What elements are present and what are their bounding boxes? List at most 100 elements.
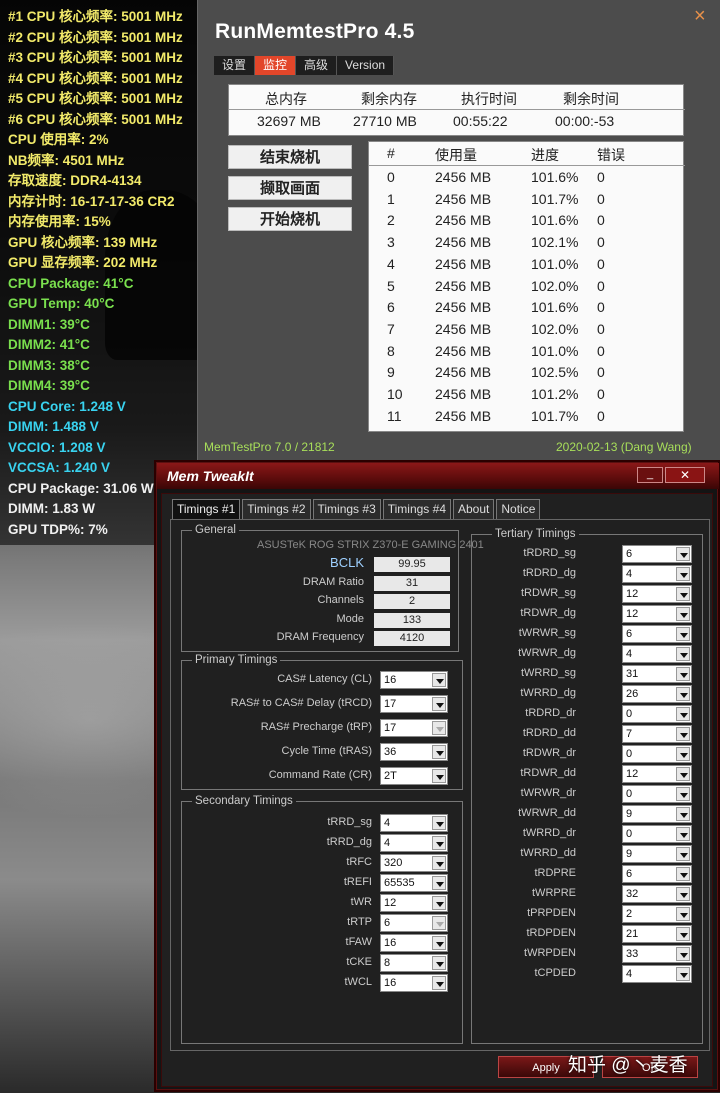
timing-select[interactable]: 0 — [622, 705, 692, 723]
chevron-down-icon[interactable] — [676, 927, 690, 941]
tab-about[interactable]: About — [453, 499, 495, 519]
minimize-button[interactable]: _ — [637, 467, 663, 483]
timing-select[interactable]: 9 — [622, 805, 692, 823]
chevron-down-icon[interactable] — [676, 547, 690, 561]
chevron-down-icon[interactable] — [676, 607, 690, 621]
timing-select[interactable]: 7 — [622, 725, 692, 743]
title-bar[interactable]: Mem TweakIt _ ✕ — [157, 463, 719, 489]
tab-timings-2[interactable]: Timings #2 — [242, 499, 311, 519]
chevron-down-icon[interactable] — [676, 867, 690, 881]
timing-select[interactable]: 12 — [622, 585, 692, 603]
tab-timings-3[interactable]: Timings #3 — [312, 499, 381, 519]
chevron-down-icon[interactable] — [432, 673, 446, 687]
timing-select[interactable]: 4 — [622, 565, 692, 583]
chevron-down-icon[interactable] — [432, 836, 446, 850]
timing-select[interactable]: 0 — [622, 745, 692, 763]
timing-select[interactable]: 36 — [380, 743, 448, 761]
timing-select[interactable]: 21 — [622, 925, 692, 943]
chevron-down-icon[interactable] — [676, 667, 690, 681]
chevron-down-icon[interactable] — [676, 847, 690, 861]
timing-select[interactable]: 26 — [622, 685, 692, 703]
chevron-down-icon[interactable] — [676, 827, 690, 841]
chevron-down-icon[interactable] — [676, 587, 690, 601]
close-button[interactable]: ✕ — [665, 467, 705, 483]
chevron-down-icon[interactable] — [432, 976, 446, 990]
chevron-down-icon[interactable] — [432, 816, 446, 830]
chevron-down-icon[interactable] — [676, 967, 690, 981]
timing-select[interactable]: 2 — [622, 905, 692, 923]
tab-4[interactable]: Version — [337, 56, 395, 75]
chevron-down-icon[interactable] — [676, 647, 690, 661]
start-burn-button[interactable]: 开始烧机 — [228, 207, 352, 231]
timing-select[interactable]: 4 — [622, 965, 692, 983]
timing-label: tRTP — [347, 916, 372, 928]
timing-select[interactable]: 12 — [380, 894, 448, 912]
capture-screen-button[interactable]: 撷取画面 — [228, 176, 352, 200]
timing-select[interactable]: 0 — [622, 825, 692, 843]
chevron-down-icon[interactable] — [432, 936, 446, 950]
group-title: Secondary Timings — [192, 794, 296, 808]
chevron-down-icon[interactable] — [676, 947, 690, 961]
timing-label: tWRWR_sg — [518, 627, 576, 639]
chevron-down-icon[interactable] — [432, 697, 446, 711]
chevron-down-icon[interactable] — [676, 787, 690, 801]
chevron-down-icon[interactable] — [676, 807, 690, 821]
timing-select[interactable]: 8 — [380, 954, 448, 972]
selected-value: 6 — [384, 917, 391, 929]
tab-timings-1[interactable]: Timings #1 — [172, 499, 241, 519]
tab-notice[interactable]: Notice — [496, 499, 541, 519]
timing-select[interactable]: 4 — [380, 814, 448, 832]
chevron-down-icon[interactable] — [676, 747, 690, 761]
timing-select[interactable]: 4 — [380, 834, 448, 852]
chevron-down-icon[interactable] — [676, 687, 690, 701]
timing-select[interactable]: 65535 — [380, 874, 448, 892]
timing-select[interactable]: 32 — [622, 885, 692, 903]
timing-select[interactable]: 6 — [622, 625, 692, 643]
chevron-down-icon[interactable] — [432, 916, 446, 930]
timing-select[interactable]: 320 — [380, 854, 448, 872]
timing-select[interactable]: 4 — [622, 645, 692, 663]
chevron-down-icon[interactable] — [432, 769, 446, 783]
timing-select[interactable]: 6 — [622, 865, 692, 883]
tab-1[interactable]: 设置 — [214, 56, 256, 75]
selected-value: 4 — [384, 837, 391, 849]
timing-select[interactable]: 33 — [622, 945, 692, 963]
close-icon[interactable]: × — [694, 6, 706, 26]
timing-select[interactable]: 31 — [622, 665, 692, 683]
grid-cell: 102.1% — [531, 234, 579, 251]
timing-select[interactable]: 0 — [622, 785, 692, 803]
osd-line: VCCIO: 1.208 V — [8, 439, 106, 455]
grid-cell: 2456 MB — [435, 169, 492, 185]
chevron-down-icon[interactable] — [432, 856, 446, 870]
chevron-down-icon[interactable] — [432, 876, 446, 890]
chevron-down-icon[interactable] — [676, 887, 690, 901]
chevron-down-icon[interactable] — [676, 727, 690, 741]
grid-header-row: # 使用量 进度 错误 — [369, 142, 685, 166]
tab-3[interactable]: 高级 — [296, 56, 338, 75]
chevron-down-icon[interactable] — [432, 956, 446, 970]
timing-select[interactable]: 9 — [622, 845, 692, 863]
chevron-down-icon[interactable] — [676, 707, 690, 721]
tab-timings-4[interactable]: Timings #4 — [382, 499, 451, 519]
stop-burn-button[interactable]: 结束烧机 — [228, 145, 352, 169]
timing-select[interactable]: 6 — [622, 545, 692, 563]
chevron-down-icon[interactable] — [676, 567, 690, 581]
grid-cell: 101.0% — [531, 255, 579, 272]
tab-2[interactable]: 监控 — [255, 56, 297, 75]
chevron-down-icon[interactable] — [676, 627, 690, 641]
chevron-down-icon[interactable] — [432, 896, 446, 910]
timing-select[interactable]: 12 — [622, 605, 692, 623]
grid-cell: 6 — [387, 299, 395, 316]
timing-select[interactable]: 12 — [622, 765, 692, 783]
field-value: 31 — [374, 575, 450, 591]
chevron-down-icon[interactable] — [676, 767, 690, 781]
timing-select[interactable]: 16 — [380, 974, 448, 992]
chevron-down-icon[interactable] — [432, 721, 446, 735]
grid-cell: 4 — [387, 255, 395, 272]
timing-select[interactable]: 16 — [380, 671, 448, 689]
chevron-down-icon[interactable] — [676, 907, 690, 921]
timing-select[interactable]: 2T — [380, 767, 448, 785]
timing-select[interactable]: 16 — [380, 934, 448, 952]
chevron-down-icon[interactable] — [432, 745, 446, 759]
timing-select[interactable]: 17 — [380, 695, 448, 713]
